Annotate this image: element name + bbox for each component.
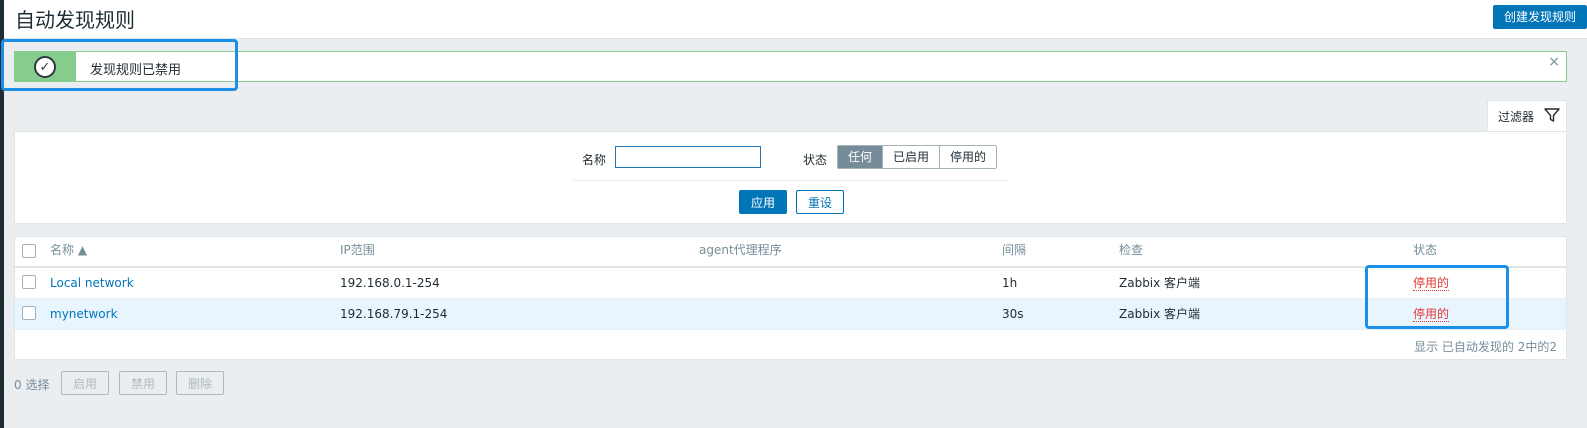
status-option-any[interactable]: 任何 <box>838 146 883 168</box>
status-option-disabled[interactable]: 停用的 <box>939 146 997 168</box>
column-header-ip-range: IP范围 <box>340 243 375 257</box>
highlight-box-message <box>1 39 238 91</box>
filter-icon <box>1544 108 1560 122</box>
table-row: Local network 192.168.0.1-254 1h Zabbix … <box>15 268 1566 299</box>
ip-range-cell: 192.168.0.1-254 <box>340 276 440 290</box>
table-footer-count: 显示 已自动发现的 2中的2 <box>1414 340 1557 354</box>
row-checkbox[interactable] <box>22 306 36 320</box>
status-filter-label: 状态 <box>803 153 828 167</box>
status-segmented-control: 任何 已启用 停用的 <box>837 145 998 169</box>
interval-cell: 1h <box>1002 276 1018 290</box>
name-filter-input[interactable] <box>615 146 761 168</box>
table-row: mynetwork 192.168.79.1-254 30s Zabbix 客户… <box>15 299 1566 330</box>
column-header-name[interactable]: 名称 ▲ <box>50 237 87 264</box>
close-icon[interactable]: × <box>1548 54 1560 70</box>
enable-selected-button[interactable]: 启用 <box>61 371 109 395</box>
row-checkbox[interactable] <box>22 275 36 289</box>
create-discovery-rule-button[interactable]: 创建发现规则 <box>1492 5 1587 29</box>
checks-cell: Zabbix 客户端 <box>1119 307 1201 321</box>
column-header-status: 状态 <box>1413 243 1438 257</box>
reset-filter-button[interactable]: 重设 <box>796 190 844 214</box>
delete-selected-button[interactable]: 删除 <box>176 371 224 395</box>
filter-tab[interactable]: 过滤器 <box>1487 100 1567 132</box>
checks-cell: Zabbix 客户端 <box>1119 276 1201 290</box>
table-header-row: 名称 ▲ IP范围 agent代理程序 间隔 检查 状态 <box>15 237 1566 268</box>
selected-count: 0 选择 <box>14 378 50 392</box>
success-message: ✓ 发现规则已禁用 × <box>14 51 1567 82</box>
ip-range-cell: 192.168.79.1-254 <box>340 307 448 321</box>
filter-divider <box>572 180 1009 181</box>
select-all-checkbox[interactable] <box>22 244 36 258</box>
name-filter-label: 名称 <box>582 153 607 167</box>
filter-panel: 名称 状态 任何 已启用 停用的 应用 重设 <box>14 131 1567 224</box>
page-header: 自动发现规则 创建发现规则 <box>4 0 1587 39</box>
highlight-box-status <box>1365 265 1509 329</box>
interval-cell: 30s <box>1002 307 1024 321</box>
rule-name-link[interactable]: Local network <box>50 268 134 298</box>
apply-filter-button[interactable]: 应用 <box>739 190 787 214</box>
rule-name-link[interactable]: mynetwork <box>50 299 118 329</box>
filter-tab-label: 过滤器 <box>1498 110 1535 124</box>
status-option-enabled[interactable]: 已启用 <box>882 146 940 168</box>
column-header-checks: 检查 <box>1119 243 1144 257</box>
column-header-proxy: agent代理程序 <box>699 243 782 257</box>
column-header-interval: 间隔 <box>1002 243 1027 257</box>
disable-selected-button[interactable]: 禁用 <box>119 371 167 395</box>
discovery-rules-table: 名称 ▲ IP范围 agent代理程序 间隔 检查 状态 Local netwo… <box>14 236 1567 360</box>
page-title: 自动发现规则 <box>15 8 135 32</box>
